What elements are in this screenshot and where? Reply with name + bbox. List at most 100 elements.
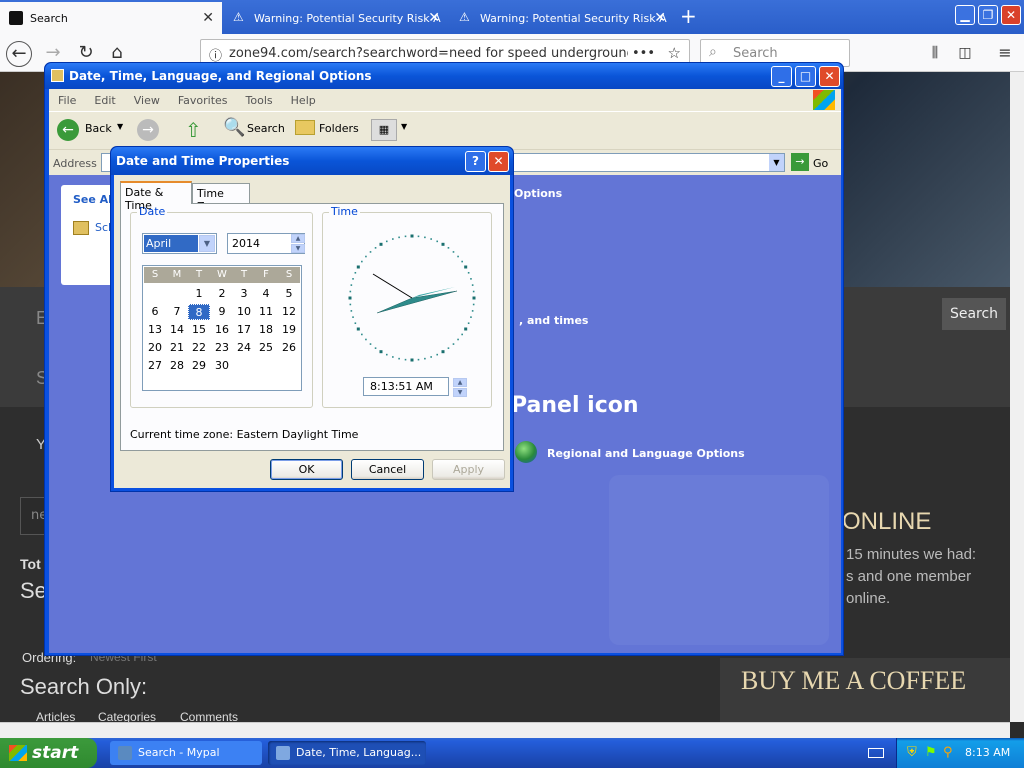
minimize-icon[interactable]: _ bbox=[771, 66, 792, 87]
time-down-icon[interactable]: ▼ bbox=[453, 388, 467, 397]
calendar-day[interactable]: 28 bbox=[166, 358, 188, 374]
calendar-day[interactable]: 15 bbox=[188, 322, 210, 338]
close-tab-icon[interactable]: ✕ bbox=[654, 10, 666, 26]
maximize-icon[interactable]: □ bbox=[795, 66, 816, 87]
network-icon[interactable]: ⚑ bbox=[925, 745, 937, 760]
folders-button[interactable]: Folders bbox=[319, 122, 359, 135]
address-dropdown-icon[interactable]: ▼ bbox=[769, 154, 784, 171]
regional-language-link[interactable]: Regional and Language Options bbox=[547, 447, 745, 460]
views-dropdown-icon[interactable]: ▼ bbox=[401, 122, 407, 131]
calendar-day[interactable]: 19 bbox=[278, 322, 300, 338]
calendar-day[interactable]: 7 bbox=[166, 304, 188, 320]
start-button[interactable]: start bbox=[0, 738, 97, 768]
menu-file[interactable]: File bbox=[49, 89, 85, 107]
menu-edit[interactable]: Edit bbox=[85, 89, 124, 107]
page-horizontal-scrollbar[interactable] bbox=[0, 722, 1010, 738]
calendar-day[interactable]: 6 bbox=[144, 304, 166, 320]
year-down-icon[interactable]: ▼ bbox=[291, 244, 305, 253]
calendar-day[interactable]: 9 bbox=[211, 304, 233, 320]
calendar-day[interactable]: 12 bbox=[278, 304, 300, 320]
tab-search[interactable]: Search ✕ bbox=[0, 2, 222, 34]
calendar-day[interactable]: 22 bbox=[188, 340, 210, 356]
calendar-day[interactable]: 26 bbox=[278, 340, 300, 356]
page-vertical-scrollbar[interactable] bbox=[1010, 72, 1024, 722]
restore-icon[interactable]: ❐ bbox=[978, 5, 998, 25]
taskbar-item-mypal[interactable]: Search - Mypal bbox=[110, 741, 262, 765]
chevron-down-icon[interactable]: ▼ bbox=[199, 235, 215, 252]
tab-date-time[interactable]: Date & Time bbox=[120, 181, 192, 212]
close-tab-icon[interactable]: ✕ bbox=[428, 10, 440, 26]
menu-favorites[interactable]: Favorites bbox=[169, 89, 237, 107]
calendar-day[interactable]: 23 bbox=[211, 340, 233, 356]
calendar-day[interactable]: 11 bbox=[255, 304, 277, 320]
tab-warning-1[interactable]: ⚠ Warning: Potential Security Risk A ✕ bbox=[224, 2, 448, 34]
calendar-day[interactable]: 2 bbox=[211, 286, 233, 302]
calendar-day[interactable]: 18 bbox=[255, 322, 277, 338]
library-icon[interactable]: ⫼ bbox=[922, 41, 948, 67]
back-dropdown-icon[interactable]: ▼ bbox=[117, 122, 123, 131]
options-link-text[interactable]: Options bbox=[514, 187, 562, 200]
calendar-day[interactable]: 4 bbox=[255, 286, 277, 302]
tab-time-zone[interactable]: Time Zone bbox=[192, 183, 250, 213]
go-arrow-icon[interactable]: → bbox=[791, 153, 809, 171]
calendar-day[interactable]: 14 bbox=[166, 322, 188, 338]
times-link-text[interactable]: , and times bbox=[519, 314, 588, 327]
back-icon[interactable]: ← bbox=[57, 119, 79, 141]
checkbox-categories[interactable]: Categories bbox=[98, 710, 156, 722]
calendar-day[interactable]: 24 bbox=[233, 340, 255, 356]
calendar-day[interactable]: 27 bbox=[144, 358, 166, 374]
back-button[interactable]: Back bbox=[85, 122, 112, 135]
calendar-day[interactable]: 29 bbox=[188, 358, 210, 374]
time-input[interactable]: 8:13:51 AM bbox=[363, 377, 449, 396]
close-icon[interactable]: ✕ bbox=[819, 66, 840, 87]
calendar-day[interactable]: 13 bbox=[144, 322, 166, 338]
dialog-title-bar[interactable]: Date and Time Properties ? ✕ bbox=[111, 147, 513, 175]
calendar-day[interactable]: 30 bbox=[211, 358, 233, 374]
taskbar-clock[interactable]: 8:13 AM bbox=[965, 746, 1010, 759]
up-folder-icon[interactable]: ⇧ bbox=[185, 118, 202, 142]
back-arrow-icon[interactable]: ← bbox=[6, 41, 32, 67]
month-select[interactable]: April ▼ bbox=[142, 233, 217, 254]
calendar-day[interactable]: 16 bbox=[211, 322, 233, 338]
checkbox-articles[interactable]: Articles bbox=[36, 710, 75, 722]
forward-icon[interactable]: → bbox=[137, 119, 159, 141]
search-icon[interactable]: ⚲ bbox=[943, 745, 953, 760]
taskbar-item-datetime[interactable]: Date, Time, Languag... bbox=[268, 741, 426, 765]
bookmark-star-icon[interactable]: ☆ bbox=[667, 44, 681, 62]
calendar-day[interactable]: 21 bbox=[166, 340, 188, 356]
calendar-day[interactable]: 17 bbox=[233, 322, 255, 338]
sidebar-icon[interactable]: ◫ bbox=[952, 41, 978, 67]
apply-button[interactable]: Apply bbox=[432, 459, 505, 480]
close-icon[interactable]: ✕ bbox=[1001, 5, 1021, 25]
shield-icon[interactable]: ⛨ bbox=[907, 745, 917, 760]
calendar-day[interactable]: 3 bbox=[233, 286, 255, 302]
calendar-day[interactable]: 5 bbox=[278, 286, 300, 302]
search-button[interactable]: Search bbox=[247, 122, 285, 135]
window-title-bar[interactable]: Date, Time, Language, and Regional Optio… bbox=[45, 63, 843, 89]
year-up-icon[interactable]: ▲ bbox=[291, 234, 305, 243]
page-search-button[interactable]: Search bbox=[942, 298, 1006, 330]
globe-icon[interactable] bbox=[515, 441, 537, 463]
keyboard-icon[interactable] bbox=[868, 748, 884, 758]
cancel-button[interactable]: Cancel bbox=[351, 459, 424, 480]
calendar-day[interactable]: 20 bbox=[144, 340, 166, 356]
page-actions-icon[interactable]: ••• bbox=[627, 46, 655, 61]
views-icon[interactable]: ▦ bbox=[371, 119, 397, 141]
menu-help[interactable]: Help bbox=[282, 89, 325, 107]
new-tab-button[interactable]: + bbox=[680, 4, 697, 28]
checkbox-comments[interactable]: Comments bbox=[180, 710, 238, 722]
close-icon[interactable]: ✕ bbox=[488, 151, 509, 172]
calendar-day[interactable]: 10 bbox=[233, 304, 255, 320]
calendar-day[interactable]: 1 bbox=[188, 286, 210, 302]
calendar-day[interactable]: 8 bbox=[188, 304, 210, 320]
close-tab-icon[interactable]: ✕ bbox=[202, 10, 214, 26]
menu-view[interactable]: View bbox=[125, 89, 169, 107]
go-button[interactable]: Go bbox=[813, 157, 828, 170]
ok-button[interactable]: OK bbox=[270, 459, 343, 480]
tab-warning-2[interactable]: ⚠ Warning: Potential Security Risk A ✕ bbox=[450, 2, 674, 34]
time-up-icon[interactable]: ▲ bbox=[453, 378, 467, 387]
menu-tools[interactable]: Tools bbox=[237, 89, 282, 107]
help-icon[interactable]: ? bbox=[465, 151, 486, 172]
menu-icon[interactable]: ≡ bbox=[992, 41, 1018, 67]
calendar-day[interactable]: 25 bbox=[255, 340, 277, 356]
